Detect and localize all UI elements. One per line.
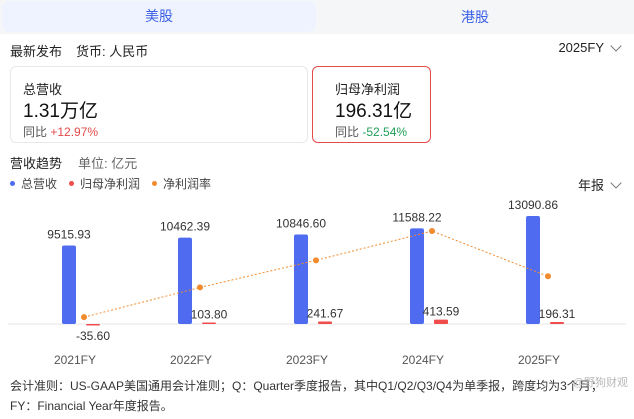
net-profit-data-label: 103.80 [191, 308, 228, 322]
revenue-card[interactable]: 总营收 1.31万亿 同比 +12.97% [10, 66, 308, 143]
chevron-down-icon [610, 39, 622, 52]
net-profit-value: 196.31亿 [335, 101, 413, 122]
watermark: @野狗财观 [572, 377, 628, 389]
revenue-trend-chart: 9515.93 -35.60 2021FY 10462.39 103.80 2022FY 1… [8, 198, 626, 367]
net-margin-line [83, 230, 549, 318]
revenue-value: 1.31万亿 [23, 101, 98, 122]
x-tick-label: 2023FY [286, 353, 328, 367]
x-tick-label: 2021FY [54, 353, 96, 367]
revenue-yoy: 同比 +12.97% [23, 123, 98, 140]
legend-dot-net-profit [69, 181, 75, 186]
legend-label-net-margin: 净利润率 [163, 177, 212, 191]
net-margin-point [81, 314, 87, 321]
net-profit-data-label: 413.59 [423, 305, 460, 319]
revenue-data-label: 11588.22 [392, 210, 441, 224]
x-tick-label: 2022FY [170, 353, 212, 367]
market-tabs: 美股 港股 [0, 0, 634, 34]
net-profit-bar [550, 321, 564, 324]
currency-label: 货币: 人民币 [76, 44, 149, 59]
net-profit-bar [434, 319, 448, 324]
tab-us-stocks[interactable]: 美股 [2, 1, 316, 32]
trend-unit: 单位: 亿元 [78, 156, 138, 171]
legend-revenue[interactable]: 总营收 [10, 175, 57, 192]
legend-dot-net-margin [152, 181, 158, 186]
report-period-value: 年报 [577, 178, 604, 193]
net-profit-data-label: -35.60 [76, 329, 110, 343]
fiscal-year-select[interactable]: 2025FY [558, 39, 622, 55]
net-margin-point [197, 284, 203, 291]
legend-net-profit[interactable]: 归母净利润 [69, 175, 140, 192]
legend-net-margin[interactable]: 净利润率 [152, 175, 211, 192]
latest-release-label: 最新发布 [10, 44, 63, 59]
trend-title: 营收趋势 [10, 156, 63, 171]
chart-legend: 总营收 归母净利润 净利润率 [10, 175, 211, 192]
revenue-data-label: 10846.60 [276, 217, 326, 231]
tab-hk-stocks[interactable]: 港股 [318, 0, 632, 34]
net-margin-point [313, 257, 319, 264]
net-profit-yoy-value: -52.54% [362, 125, 408, 139]
accounting-footnote: 会计准则：US-GAAP美国通用会计准则；Q：Quarter季度报告，其中Q1/… [10, 379, 603, 413]
revenue-bar [62, 245, 76, 324]
legend-dot-revenue [10, 181, 15, 186]
fiscal-year-value: 2025FY [558, 40, 604, 55]
net-profit-bar [318, 321, 332, 324]
revenue-yoy-prefix: 同比 [23, 125, 48, 139]
net-profit-data-label: 241.67 [307, 306, 344, 320]
net-profit-bar [86, 324, 100, 326]
net-profit-data-label: 196.31 [539, 307, 576, 321]
legend-label-net-profit: 归母净利润 [80, 177, 141, 191]
revenue-data-label: 10462.39 [160, 220, 210, 234]
net-margin-point [429, 228, 435, 235]
net-margin-point [545, 273, 551, 280]
chevron-down-icon [610, 176, 622, 189]
legend-label-revenue: 总营收 [21, 177, 58, 191]
net-profit-bar [202, 322, 216, 324]
net-profit-card[interactable]: 归母净利润 196.31亿 同比 -52.54% [312, 66, 431, 143]
net-profit-yoy-prefix: 同比 [335, 125, 360, 139]
net-profit-yoy: 同比 -52.54% [335, 123, 407, 140]
revenue-data-label: 9515.93 [47, 227, 91, 241]
revenue-data-label: 13090.86 [508, 198, 558, 212]
revenue-yoy-value: +12.97% [50, 125, 99, 139]
report-period-select[interactable]: 年报 [577, 175, 622, 194]
x-tick-label: 2025FY [518, 353, 560, 367]
x-tick-label: 2024FY [402, 353, 444, 367]
